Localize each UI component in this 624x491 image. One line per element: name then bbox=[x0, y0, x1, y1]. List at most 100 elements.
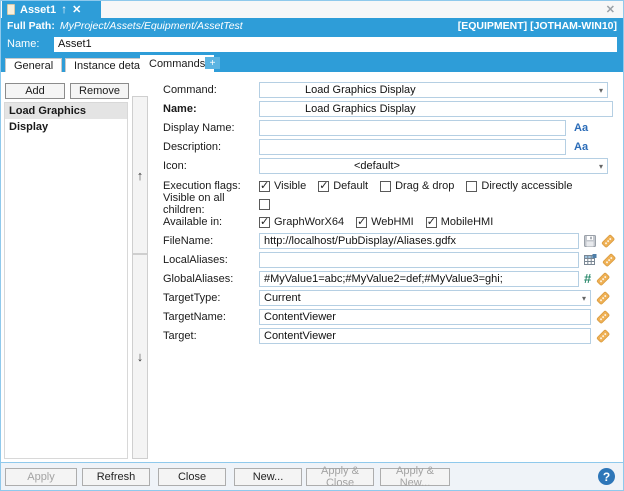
arrow-down-icon: ↓ bbox=[136, 349, 144, 364]
apply-and-new-button[interactable]: Apply & New... bbox=[380, 465, 450, 489]
asset-document-icon bbox=[7, 4, 15, 15]
target-type-value: Current bbox=[264, 292, 301, 304]
name-label: Name: bbox=[7, 38, 40, 50]
visible-on-all-children-label: Visible on all children: bbox=[163, 192, 225, 216]
asset-name-input[interactable] bbox=[54, 36, 617, 52]
checkbox-visible-on-all-children[interactable] bbox=[259, 198, 270, 210]
pane-close-icon[interactable]: ✕ bbox=[606, 3, 615, 16]
localize-icon[interactable]: Aa bbox=[574, 122, 588, 134]
context-badge: [EQUIPMENT] [JOTHAM-WIN10] bbox=[457, 20, 617, 32]
checkbox-drag-drop[interactable] bbox=[380, 180, 392, 192]
chevron-down-icon: ▾ bbox=[598, 162, 603, 171]
filename-label: FileName: bbox=[163, 235, 214, 247]
target-name-input[interactable] bbox=[259, 309, 591, 325]
checkbox-drag-drop-label: Drag & drop bbox=[395, 180, 455, 192]
description-label: Description: bbox=[163, 141, 222, 153]
command-name-label: Name: bbox=[163, 103, 197, 115]
checkbox-visible[interactable] bbox=[259, 179, 270, 192]
tab-add-plus[interactable]: + bbox=[205, 57, 220, 69]
command-name-input[interactable] bbox=[259, 101, 613, 117]
field-row-local-aliases: LocalAliases: bbox=[163, 252, 616, 268]
filename-input[interactable] bbox=[259, 233, 579, 249]
target-input[interactable] bbox=[259, 328, 591, 344]
checkbox-default[interactable] bbox=[318, 179, 330, 192]
global-alias-hash-icon[interactable]: # bbox=[584, 272, 591, 285]
field-row-display-name: Display Name: Aa bbox=[163, 120, 588, 136]
icon-value: <default> bbox=[354, 160, 400, 172]
document-tab-bar: Asset1 ↑ ✕ ✕ bbox=[1, 1, 623, 18]
checkbox-graphworx64-label: GraphWorX64 bbox=[274, 216, 345, 228]
field-row-command: Command: Load Graphics Display ▾ bbox=[163, 82, 608, 98]
asset-editor-window: Asset1 ↑ ✕ ✕ Full Path: MyProject/Assets… bbox=[0, 0, 624, 491]
refresh-button[interactable]: Refresh bbox=[82, 467, 150, 486]
tag-browse-icon[interactable] bbox=[596, 272, 610, 286]
arrow-up-icon: ↑ bbox=[136, 167, 144, 183]
field-row-filename: FileName: bbox=[163, 233, 615, 249]
tag-browse-icon[interactable] bbox=[596, 329, 610, 343]
target-type-label: TargetType: bbox=[163, 292, 221, 304]
localize-icon[interactable]: Aa bbox=[574, 141, 588, 153]
display-name-input[interactable] bbox=[259, 120, 566, 136]
description-input[interactable] bbox=[259, 139, 566, 155]
remove-button[interactable]: Remove bbox=[70, 83, 129, 99]
footer-button-bar: Apply Refresh Close New... Apply & Close… bbox=[1, 462, 623, 490]
full-path-bar: Full Path: MyProject/Assets/Equipment/As… bbox=[1, 18, 623, 34]
local-aliases-label: LocalAliases: bbox=[163, 254, 228, 266]
list-item-load-graphics-display[interactable]: Load Graphics Display bbox=[5, 103, 127, 133]
full-path-value: MyProject/Assets/Equipment/AssetTest bbox=[59, 20, 243, 32]
commands-list[interactable]: Load Graphics Display bbox=[4, 102, 128, 459]
global-aliases-label: GlobalAliases: bbox=[163, 273, 234, 285]
command-dropdown[interactable]: Load Graphics Display ▾ bbox=[259, 82, 608, 98]
available-in-label: Available in: bbox=[163, 216, 223, 228]
tab-general[interactable]: General bbox=[5, 58, 63, 72]
editor-tab-strip: General Instance details Commands + bbox=[1, 54, 623, 72]
tag-browse-icon[interactable] bbox=[596, 291, 610, 305]
field-row-visible-on-all-children: Visible on all children: bbox=[163, 192, 270, 216]
checkbox-mobilehmi[interactable] bbox=[425, 215, 437, 228]
apply-button[interactable]: Apply bbox=[5, 467, 77, 486]
command-value: Load Graphics Display bbox=[305, 84, 416, 96]
global-aliases-input[interactable] bbox=[259, 271, 579, 287]
add-button[interactable]: Add bbox=[5, 83, 65, 99]
new-button[interactable]: New... bbox=[234, 467, 302, 486]
alias-table-icon[interactable] bbox=[584, 254, 597, 266]
close-button[interactable]: Close bbox=[158, 467, 226, 486]
target-type-dropdown[interactable]: Current ▾ bbox=[259, 290, 591, 306]
tab-commands[interactable]: Commands bbox=[140, 55, 215, 72]
field-row-name: Name: bbox=[163, 101, 613, 117]
field-row-icon: Icon: <default> ▾ bbox=[163, 158, 608, 174]
tag-browse-icon[interactable] bbox=[596, 310, 610, 324]
checkbox-graphworx64[interactable] bbox=[259, 215, 270, 228]
field-row-global-aliases: GlobalAliases: # bbox=[163, 271, 610, 287]
target-label: Target: bbox=[163, 330, 197, 342]
checkbox-default-label: Default bbox=[333, 180, 369, 192]
field-row-target-name: TargetName: bbox=[163, 309, 610, 325]
checkbox-webhmi[interactable] bbox=[356, 215, 368, 228]
apply-and-close-button[interactable]: Apply & Close bbox=[306, 465, 374, 489]
tag-browse-icon[interactable] bbox=[601, 234, 615, 248]
field-row-target-type: TargetType: Current ▾ bbox=[163, 290, 610, 306]
icon-dropdown[interactable]: <default> ▾ bbox=[259, 158, 608, 174]
move-down-button[interactable]: ↓ bbox=[132, 254, 148, 459]
name-bar: Name: bbox=[1, 34, 623, 54]
icon-label: Icon: bbox=[163, 160, 187, 172]
navigate-up-icon[interactable]: ↑ bbox=[61, 3, 67, 15]
document-tab-asset1[interactable]: Asset1 ↑ ✕ bbox=[2, 1, 101, 18]
field-row-target: Target: bbox=[163, 328, 610, 344]
target-name-label: TargetName: bbox=[163, 311, 226, 323]
tab-close-icon[interactable]: ✕ bbox=[72, 3, 81, 16]
local-aliases-input[interactable] bbox=[259, 252, 579, 268]
display-name-label: Display Name: bbox=[163, 122, 235, 134]
move-up-button[interactable]: ↑ bbox=[132, 96, 148, 254]
field-row-available-in: Available in: GraphWorX64 WebHMI MobileH… bbox=[163, 214, 505, 230]
execution-flags-label: Execution flags: bbox=[163, 180, 241, 192]
save-file-icon[interactable] bbox=[584, 235, 596, 247]
tag-browse-icon[interactable] bbox=[602, 253, 616, 267]
checkbox-directly-accessible-label: Directly accessible bbox=[481, 180, 573, 192]
checkbox-webhmi-label: WebHMI bbox=[371, 216, 414, 228]
field-row-description: Description: Aa bbox=[163, 139, 588, 155]
help-button[interactable]: ? bbox=[598, 468, 615, 485]
checkbox-visible-label: Visible bbox=[274, 180, 307, 192]
checkbox-directly-accessible[interactable] bbox=[466, 180, 478, 192]
chevron-down-icon: ▾ bbox=[581, 294, 586, 303]
